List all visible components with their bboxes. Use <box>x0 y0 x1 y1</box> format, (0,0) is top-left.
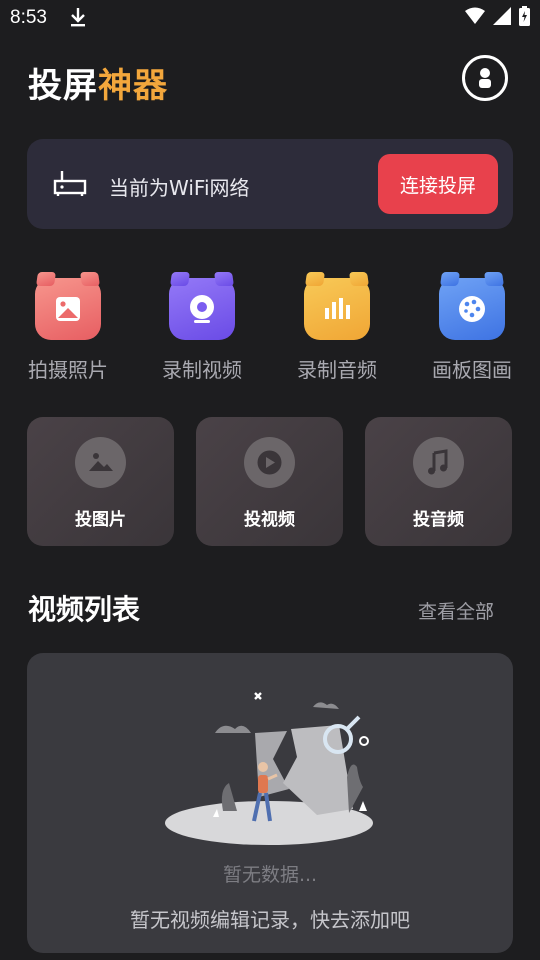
feature-record-video[interactable]: 录制视频 <box>142 278 262 383</box>
empty-state-text: 暂无数据... <box>222 864 318 886</box>
app-title-part1: 投屏 <box>28 66 98 106</box>
cast-image-tile[interactable]: 投图片 <box>27 417 174 546</box>
camera-icon <box>169 278 235 340</box>
wifi-signal-icon <box>465 7 485 24</box>
profile-button[interactable] <box>462 55 508 101</box>
feature-label: 拍摄照片 <box>28 358 108 382</box>
video-list-title: 视频列表 <box>28 593 141 626</box>
status-time: 8:53 <box>10 7 47 28</box>
network-status-card: 当前为WiFi网络 连接投屏 <box>27 139 513 229</box>
music-icon <box>413 437 464 488</box>
cast-audio-tile[interactable]: 投音频 <box>365 417 512 546</box>
network-status-text: 当前为WiFi网络 <box>109 176 250 200</box>
cell-signal-icon <box>493 7 511 25</box>
battery-icon <box>519 6 530 26</box>
feature-drawing-board[interactable]: 画板图画 <box>412 278 532 383</box>
chevron-right-icon[interactable]: › <box>485 598 492 619</box>
cast-video-tile[interactable]: 投视频 <box>196 417 343 546</box>
connect-cast-button[interactable]: 连接投屏 <box>378 154 498 214</box>
feature-record-audio[interactable]: 录制音频 <box>277 278 397 383</box>
cast-video-label: 投视频 <box>244 510 295 530</box>
app-title-part2: 神器 <box>98 66 168 106</box>
cast-image-label: 投图片 <box>75 510 126 530</box>
view-all-link[interactable]: 查看全部 <box>418 597 494 624</box>
feature-label: 画板图画 <box>432 358 512 382</box>
feature-label: 录制音频 <box>297 358 377 382</box>
feature-label: 录制视频 <box>162 358 242 382</box>
play-icon <box>244 437 295 488</box>
app-title: 投屏神器 <box>28 58 168 107</box>
cast-audio-label: 投音频 <box>413 510 464 530</box>
video-list-empty-card: 暂无数据... 暂无视频编辑记录，快去添加吧 <box>27 653 513 953</box>
palette-icon <box>439 278 505 340</box>
status-icons <box>465 6 530 26</box>
feature-take-photo[interactable]: 拍摄照片 <box>8 278 128 383</box>
empty-state-hint: 暂无视频编辑记录，快去添加吧 <box>130 908 410 932</box>
user-icon <box>479 68 491 88</box>
photo-icon <box>35 278 101 340</box>
image-icon <box>75 437 126 488</box>
download-icon <box>71 8 85 27</box>
bar-chart-icon <box>304 278 370 340</box>
empty-state-illustration <box>165 692 373 845</box>
status-bar: 8:53 <box>0 0 540 36</box>
router-icon <box>53 171 87 196</box>
